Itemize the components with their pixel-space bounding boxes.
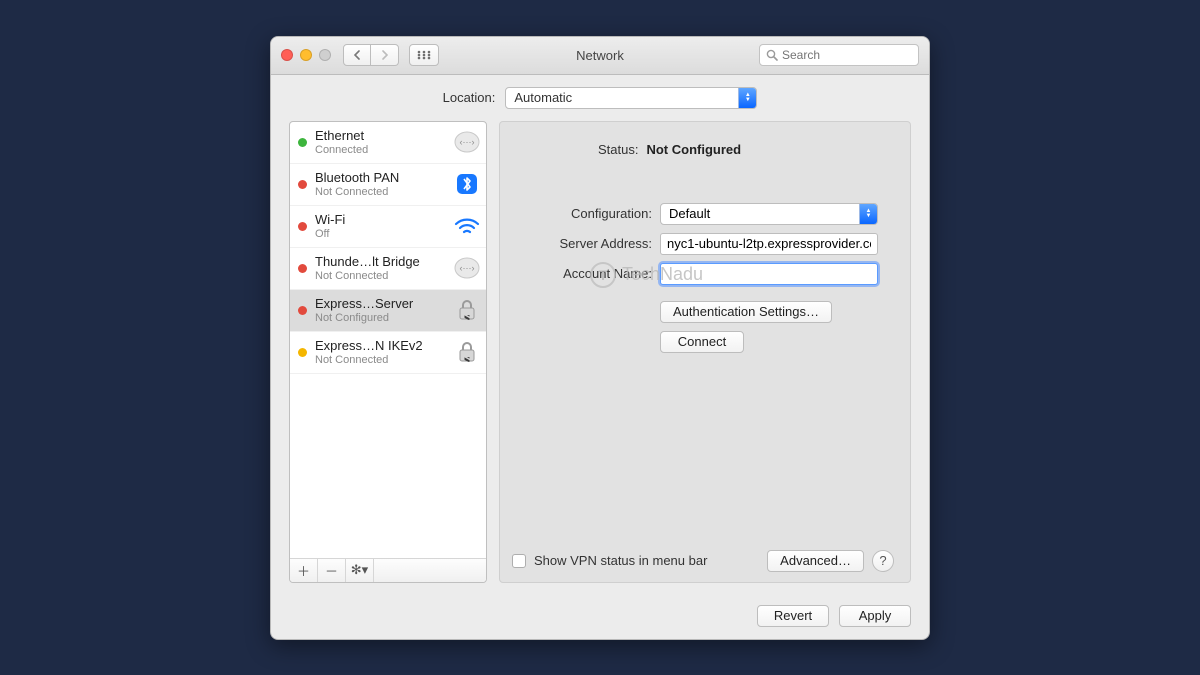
sidebar-column: Ethernet Connected ‹···› Bluetooth PAN N… — [289, 121, 487, 583]
gear-icon: ✻▾ — [351, 562, 368, 578]
sidebar-item-status: Off — [315, 228, 446, 240]
sidebar-item-express-server[interactable]: Express…Server Not Configured — [290, 290, 486, 332]
status-dot — [298, 306, 307, 315]
panel-footer: Show VPN status in menu bar Advanced… ? — [512, 550, 894, 572]
apply-button[interactable]: Apply — [839, 605, 911, 627]
chevron-up-down-icon: ▲▼ — [738, 88, 756, 108]
toolbar-nav — [343, 44, 439, 66]
vpn-lock-icon — [454, 339, 480, 365]
sidebar-item-name: Ethernet — [315, 128, 446, 143]
back-button[interactable] — [343, 44, 371, 66]
status-dot — [298, 222, 307, 231]
svg-text:‹···›: ‹···› — [460, 137, 475, 147]
sidebar: Ethernet Connected ‹···› Bluetooth PAN N… — [289, 121, 487, 583]
sidebar-item-status: Not Connected — [315, 270, 446, 282]
network-preferences-window: Network Location: Automatic ▲▼ — [270, 36, 930, 640]
sidebar-item-name: Express…Server — [315, 296, 446, 311]
sidebar-item-status: Not Connected — [315, 186, 446, 198]
sidebar-item-ethernet[interactable]: Ethernet Connected ‹···› — [290, 122, 486, 164]
sidebar-item-name: Express…N IKEv2 — [315, 338, 446, 353]
account-name-input[interactable] — [660, 263, 878, 285]
nav-segment — [343, 44, 399, 66]
status-dot — [298, 138, 307, 147]
body: Ethernet Connected ‹···› Bluetooth PAN N… — [271, 121, 929, 593]
show-vpn-status-checkbox[interactable] — [512, 554, 526, 568]
search-field-wrap[interactable] — [759, 44, 919, 66]
forward-button[interactable] — [371, 44, 399, 66]
action-buttons: Authentication Settings… Connect — [660, 301, 894, 353]
status-row: Status: Not Configured — [598, 142, 894, 157]
sidebar-item-name: Wi-Fi — [315, 212, 446, 227]
ethernet-icon: ‹···› — [454, 255, 480, 281]
ethernet-icon: ‹···› — [454, 129, 480, 155]
search-icon — [766, 49, 778, 61]
bottom-bar: Revert Apply — [271, 593, 929, 639]
account-name-label: Account Name: — [512, 266, 652, 281]
connect-button[interactable]: Connect — [660, 331, 744, 353]
sidebar-item-name: Bluetooth PAN — [315, 170, 446, 185]
configuration-dropdown[interactable]: Default ▲▼ — [660, 203, 878, 225]
configuration-row: Configuration: Default ▲▼ — [512, 203, 894, 225]
location-label: Location: — [443, 90, 496, 105]
status-value: Not Configured — [646, 142, 741, 157]
sidebar-item-status: Not Connected — [315, 354, 446, 366]
remove-service-button[interactable]: － — [318, 559, 346, 582]
advanced-button[interactable]: Advanced… — [767, 550, 864, 572]
sidebar-item-status: Not Configured — [315, 312, 446, 324]
sidebar-item-status: Connected — [315, 144, 446, 156]
revert-button[interactable]: Revert — [757, 605, 829, 627]
show-all-button[interactable] — [409, 44, 439, 66]
server-address-input[interactable] — [660, 233, 878, 255]
authentication-settings-button[interactable]: Authentication Settings… — [660, 301, 832, 323]
show-vpn-status-label: Show VPN status in menu bar — [534, 553, 707, 568]
status-label: Status: — [598, 142, 638, 157]
svg-text:‹···›: ‹···› — [460, 263, 475, 273]
help-button[interactable]: ? — [872, 550, 894, 572]
wifi-icon — [454, 213, 480, 239]
sidebar-item-wifi[interactable]: Wi-Fi Off — [290, 206, 486, 248]
minimize-window-button[interactable] — [300, 49, 312, 61]
titlebar: Network — [271, 37, 929, 75]
location-value: Automatic — [514, 90, 572, 105]
sidebar-footer: ＋ － ✻▾ — [290, 558, 486, 582]
location-dropdown[interactable]: Automatic ▲▼ — [505, 87, 757, 109]
service-actions-button[interactable]: ✻▾ — [346, 559, 374, 582]
add-service-button[interactable]: ＋ — [290, 559, 318, 582]
close-window-button[interactable] — [281, 49, 293, 61]
details-panel: Status: Not Configured Configuration: De… — [499, 121, 911, 583]
zoom-window-button[interactable] — [319, 49, 331, 61]
vpn-lock-icon — [454, 297, 480, 323]
location-row: Location: Automatic ▲▼ — [271, 75, 929, 121]
sidebar-item-bluetooth-pan[interactable]: Bluetooth PAN Not Connected — [290, 164, 486, 206]
account-name-row: Account Name: — [512, 263, 894, 285]
search-input[interactable] — [782, 48, 912, 62]
grid-icon — [417, 50, 431, 60]
status-dot — [298, 348, 307, 357]
bluetooth-icon — [454, 171, 480, 197]
traffic-lights — [281, 49, 331, 61]
chevron-up-down-icon: ▲▼ — [859, 204, 877, 224]
sidebar-item-name: Thunde…lt Bridge — [315, 254, 446, 269]
status-dot — [298, 180, 307, 189]
server-address-row: Server Address: — [512, 233, 894, 255]
configuration-value: Default — [669, 206, 710, 221]
sidebar-item-express-ikev2[interactable]: Express…N IKEv2 Not Connected — [290, 332, 486, 374]
server-address-label: Server Address: — [512, 236, 652, 251]
services-list: Ethernet Connected ‹···› Bluetooth PAN N… — [290, 122, 486, 558]
status-dot — [298, 264, 307, 273]
configuration-label: Configuration: — [512, 206, 652, 221]
sidebar-item-thunderbolt-bridge[interactable]: Thunde…lt Bridge Not Connected ‹···› — [290, 248, 486, 290]
